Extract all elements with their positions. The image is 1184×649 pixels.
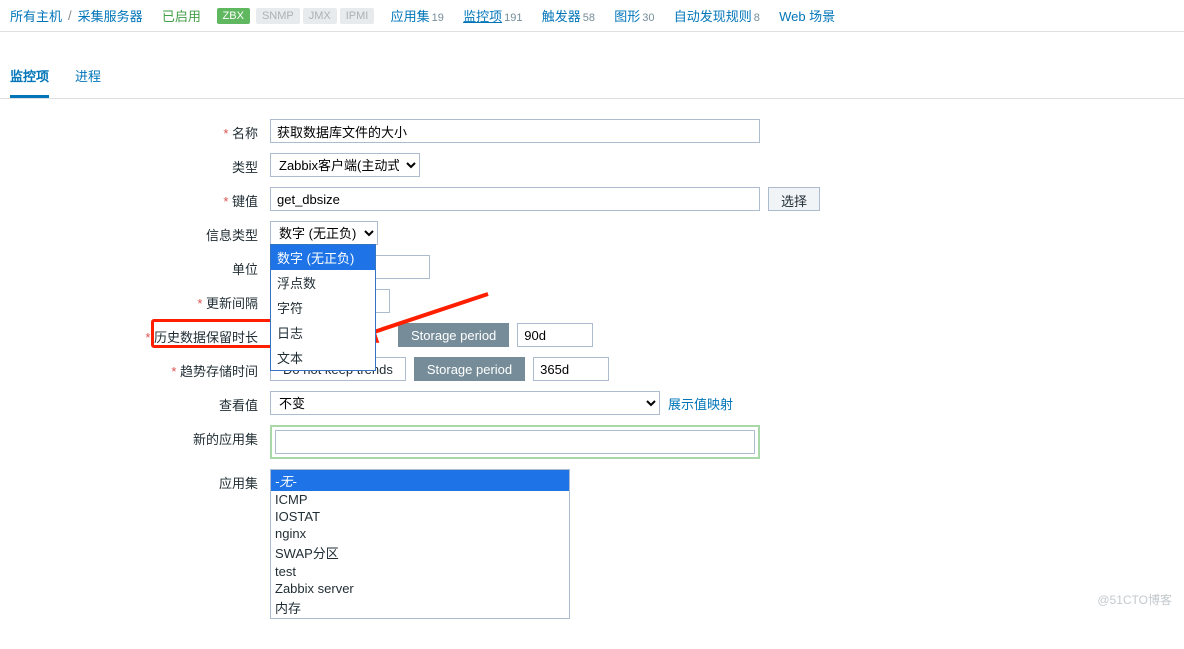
new-app-highlight: [270, 425, 760, 459]
tabs: 监控项 进程: [0, 52, 1184, 99]
link-apps[interactable]: 应用集: [391, 9, 430, 24]
link-discovery[interactable]: 自动发现规则: [674, 9, 752, 24]
input-new-app[interactable]: [275, 430, 755, 454]
input-history[interactable]: [517, 323, 593, 347]
app-cpu[interactable]: 处理器: [271, 618, 569, 619]
app-iostat[interactable]: IOSTAT: [271, 508, 569, 525]
badge-snmp: SNMP: [256, 8, 300, 24]
link-triggers[interactable]: 触发器: [542, 9, 581, 24]
label-info-type: 信息类型: [10, 221, 270, 244]
option-char[interactable]: 字符: [271, 295, 375, 320]
select-type[interactable]: Zabbix客户端(主动式): [270, 153, 420, 177]
app-swap[interactable]: SWAP分区: [271, 542, 569, 563]
label-key: 键值: [10, 187, 270, 210]
button-storage-trends[interactable]: Storage period: [414, 357, 525, 381]
button-storage-history[interactable]: Storage period: [398, 323, 509, 347]
label-unit: 单位: [10, 255, 270, 278]
select-view[interactable]: 不变: [270, 391, 660, 415]
breadcrumb-sep: /: [68, 8, 72, 23]
link-items[interactable]: 监控项: [463, 9, 502, 24]
watermark: @51CTO博客: [1097, 591, 1172, 608]
button-select-key[interactable]: 选择: [768, 187, 820, 211]
app-test[interactable]: test: [271, 563, 569, 580]
label-name: 名称: [10, 119, 270, 142]
option-log[interactable]: 日志: [271, 320, 375, 345]
app-zabbix-server[interactable]: Zabbix server: [271, 580, 569, 597]
link-server[interactable]: 采集服务器: [78, 6, 143, 25]
label-apps: 应用集: [10, 469, 270, 492]
link-graphs[interactable]: 图形: [614, 9, 640, 24]
input-trends[interactable]: [533, 357, 609, 381]
label-new-app: 新的应用集: [10, 425, 270, 448]
status-enabled: 已启用: [162, 6, 201, 25]
form: 名称 类型 Zabbix客户端(主动式) 键值 选择 信息类型 数字 (无正负)…: [0, 99, 1184, 649]
label-type: 类型: [10, 153, 270, 176]
app-none[interactable]: -无-: [271, 470, 569, 491]
discovery-count: 8: [754, 12, 760, 24]
items-count: 191: [504, 12, 522, 24]
app-memory[interactable]: 内存: [271, 597, 569, 618]
link-web[interactable]: Web 场景: [779, 6, 835, 25]
badge-zbx: ZBX: [217, 8, 250, 24]
option-numeric-unsigned[interactable]: 数字 (无正负): [271, 245, 375, 270]
link-all-hosts[interactable]: 所有主机: [10, 6, 62, 25]
app-nginx[interactable]: nginx: [271, 525, 569, 542]
dropdown-info-type: 数字 (无正负) 浮点数 字符 日志 文本: [270, 244, 376, 371]
header-bar: 所有主机 / 采集服务器 已启用 ZBX SNMP JMX IPMI 应用集19…: [0, 0, 1184, 32]
option-float[interactable]: 浮点数: [271, 270, 375, 295]
graphs-count: 30: [642, 12, 654, 24]
link-value-mapping[interactable]: 展示值映射: [668, 394, 733, 413]
apps-count: 19: [432, 12, 444, 24]
label-view: 查看值: [10, 391, 270, 414]
select-info-type[interactable]: 数字 (无正负): [270, 221, 378, 245]
input-key[interactable]: [270, 187, 760, 211]
tab-items[interactable]: 监控项: [10, 60, 49, 98]
tab-process[interactable]: 进程: [75, 60, 101, 98]
listbox-apps[interactable]: -无- ICMP IOSTAT nginx SWAP分区 test Zabbix…: [270, 469, 570, 619]
input-name[interactable]: [270, 119, 760, 143]
label-trends: 趋势存储时间: [10, 357, 270, 380]
option-text[interactable]: 文本: [271, 345, 375, 370]
label-interval: 更新间隔: [10, 289, 270, 312]
badge-ipmi: IPMI: [340, 8, 375, 24]
triggers-count: 58: [583, 12, 595, 24]
label-history: 历史数据保留时长: [10, 323, 270, 346]
badge-jmx: JMX: [303, 8, 337, 24]
app-icmp[interactable]: ICMP: [271, 491, 569, 508]
